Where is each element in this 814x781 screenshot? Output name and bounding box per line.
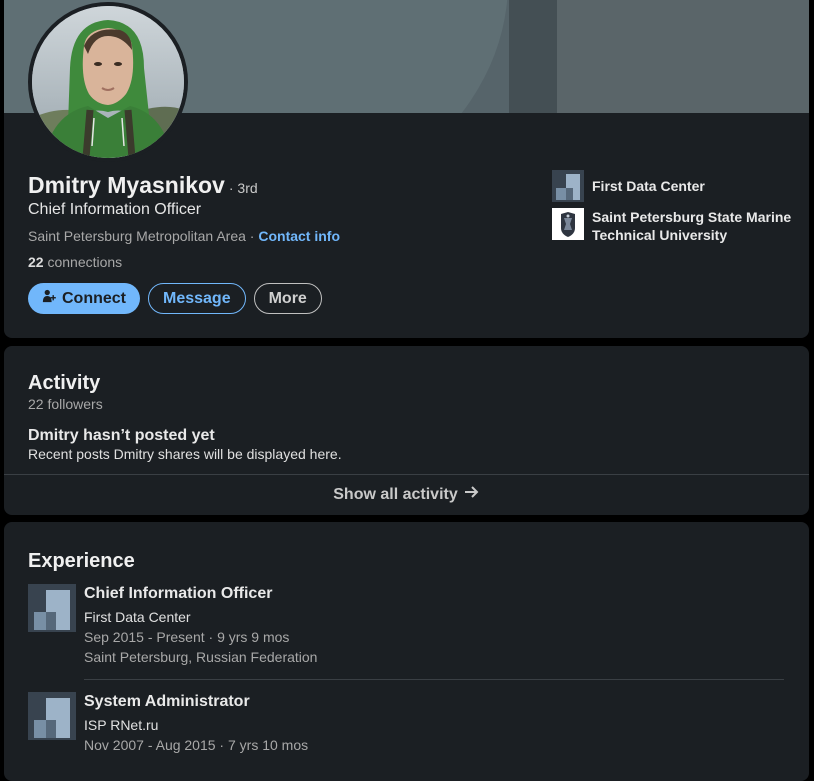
profile-headline: Chief Information Officer [28, 201, 202, 218]
contact-info-link[interactable]: Contact info [258, 228, 340, 244]
show-all-activity-button[interactable]: Show all activity [4, 474, 809, 515]
experience-location: Saint Petersburg, Russian Federation [84, 649, 318, 665]
connections-count[interactable]: 22 connections [28, 254, 122, 270]
company-logo-icon [28, 692, 76, 740]
banner-shape [557, 0, 809, 113]
activity-card: Activity 22 followers Dmitry hasn’t post… [4, 346, 809, 515]
university-crest-icon [552, 208, 584, 240]
experience-details: System Administrator ISP RNet.ru Nov 200… [84, 692, 308, 755]
section-title: Experience [28, 550, 135, 572]
experience-dates: Nov 2007 - Aug 2015 · 7 yrs 10 mos [84, 737, 309, 753]
separator: · [245, 228, 259, 244]
experience-title: System Administrator [84, 693, 250, 710]
profile-orgs: First Data Center Saint Petersburg State… [552, 170, 792, 250]
empty-state-subtitle: Recent posts Dmitry shares will be displ… [28, 446, 342, 462]
company-logo-icon [28, 584, 76, 632]
connect-label: Connect [62, 289, 126, 307]
section-title: Activity [28, 372, 101, 394]
more-label: More [268, 289, 307, 307]
profile-photo-image [32, 6, 184, 158]
empty-state-title: Dmitry hasn’t posted yet [28, 427, 215, 444]
org-name: First Data Center [592, 178, 705, 194]
experience-company: ISP RNet.ru [84, 717, 159, 733]
org-education[interactable]: Saint Petersburg State Marine Technical … [552, 208, 792, 244]
experience-details: Chief Information Officer First Data Cen… [84, 584, 317, 667]
profile-location: Saint Petersburg Metropolitan Area [28, 228, 246, 244]
show-all-label: Show all activity [333, 485, 458, 503]
profile-card: Dmitry Myasnikov · 3rd Chief Information… [4, 0, 809, 338]
followers-count[interactable]: 22 followers [28, 396, 103, 412]
message-label: Message [163, 289, 231, 307]
profile-photo[interactable] [28, 2, 188, 162]
banner-shape [509, 0, 557, 113]
company-logo-icon [552, 170, 584, 202]
experience-company: First Data Center [84, 609, 191, 625]
connect-button[interactable]: Connect [28, 283, 140, 314]
message-button[interactable]: Message [148, 283, 246, 314]
name-row: Dmitry Myasnikov · 3rd [28, 172, 258, 199]
add-person-icon [42, 289, 56, 308]
connections-number: 22 [28, 254, 44, 270]
connections-label: connections [43, 254, 123, 270]
experience-title: Chief Information Officer [84, 585, 273, 602]
experience-item[interactable]: Chief Information Officer First Data Cen… [28, 584, 317, 667]
location-row: Saint Petersburg Metropolitan Area · Con… [28, 228, 340, 244]
experience-item[interactable]: System Administrator ISP RNet.ru Nov 200… [28, 692, 308, 755]
profile-actions: Connect Message More [28, 283, 322, 314]
experience-card: Experience Chief Information Officer Fir… [4, 522, 809, 781]
org-current-company[interactable]: First Data Center [552, 170, 792, 202]
divider [84, 679, 784, 680]
arrow-right-icon [464, 485, 480, 504]
connection-degree: · 3rd [228, 180, 258, 196]
more-button[interactable]: More [253, 283, 322, 314]
org-name: Saint Petersburg State Marine Technical … [592, 209, 792, 243]
experience-dates: Sep 2015 - Present · 9 yrs 9 mos [84, 629, 290, 645]
profile-name: Dmitry Myasnikov [28, 172, 225, 198]
